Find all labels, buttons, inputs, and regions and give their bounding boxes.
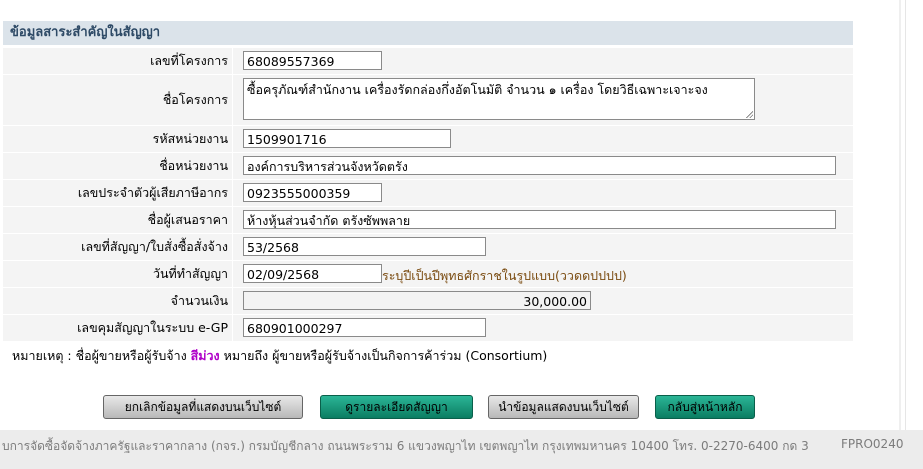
- agency-name-field[interactable]: องค์การบริหารส่วนจังหวัดตรัง: [243, 156, 836, 175]
- cancel-display-button[interactable]: ยกเลิกข้อมูลที่แสดงบนเว็บไซต์: [103, 395, 303, 419]
- agency-code-field[interactable]: 1509901716: [243, 129, 451, 148]
- row-contract-no: เลขที่สัญญา/ใบสั่งซื้อสั่งจ้าง 53/2568: [3, 234, 853, 261]
- label-tax-id: เลขประจำตัวผู้เสียภาษีอากร: [77, 185, 228, 200]
- row-bidder: ชื่อผู้เสนอราคา ห้างหุ้นส่วนจำกัด ตรังซั…: [3, 207, 853, 234]
- project-name-textarea[interactable]: ซื้อครุภัณฑ์สำนักงาน เครื่องรัดกล่องกึ่ง…: [243, 78, 755, 120]
- publish-button[interactable]: นำข้อมูลแสดงบนเว็บไซต์: [488, 395, 639, 419]
- bidder-field[interactable]: ห้างหุ้นส่วนจำกัด ตรังซัพพลาย: [243, 210, 836, 229]
- footer-address: บการจัดซื้อจัดจ้างภาครัฐและราคากลาง (กจร…: [2, 439, 809, 453]
- label-contract-no: เลขที่สัญญา/ใบสั่งซื้อสั่งจ้าง: [81, 239, 228, 254]
- back-home-button[interactable]: กลับสู่หน้าหลัก: [655, 395, 755, 419]
- footer: บการจัดซื้อจัดจ้างภาครัฐและราคากลาง (กจร…: [0, 430, 923, 469]
- row-contract-date: วันที่ทำสัญญา 02/09/2568 ระบุปีเป็นปีพุท…: [3, 261, 853, 288]
- contract-detail-button[interactable]: ดูรายละเอียดสัญญา: [320, 395, 473, 419]
- row-project-no: เลขที่โครงการ 68089557369: [3, 48, 853, 75]
- label-egp-no: เลขคุมสัญญาในระบบ e-GP: [77, 320, 228, 335]
- amount-field[interactable]: 30,000.00: [243, 291, 591, 310]
- label-contract-date: วันที่ทำสัญญา: [152, 266, 228, 281]
- label-project-no: เลขที่โครงการ: [150, 53, 228, 68]
- egp-no-field[interactable]: 680901000297: [243, 318, 486, 337]
- resize-handle-icon[interactable]: [745, 110, 753, 118]
- row-egp-no: เลขคุมสัญญาในระบบ e-GP 680901000297: [3, 315, 853, 342]
- contract-summary-panel: ข้อมูลสาระสำคัญในสัญญา: [3, 21, 853, 45]
- row-tax-id: เลขประจำตัวผู้เสียภาษีอากร 0923555000359: [3, 180, 853, 207]
- label-bidder: ชื่อผู้เสนอราคา: [147, 212, 228, 227]
- row-agency-name: ชื่อหน่วยงาน องค์การบริหารส่วนจังหวัดตรั…: [3, 153, 853, 180]
- label-agency-name: ชื่อหน่วยงาน: [159, 158, 228, 173]
- contract-date-field[interactable]: 02/09/2568: [243, 264, 382, 283]
- scrollbar[interactable]: [905, 0, 923, 430]
- tax-id-field[interactable]: 0923555000359: [243, 183, 382, 202]
- project-no-field[interactable]: 68089557369: [243, 51, 382, 70]
- note-prefix: หมายเหตุ : ชื่อผู้ขายหรือผู้รับจ้าง: [12, 348, 191, 363]
- label-agency-code: รหัสหน่วยงาน: [152, 131, 228, 146]
- panel-title: ข้อมูลสาระสำคัญในสัญญา: [3, 21, 853, 45]
- page-edge-line: [899, 0, 901, 430]
- label-amount: จำนวนเงิน: [170, 293, 228, 308]
- note-suffix: หมายถึง ผู้ขายหรือผู้รับจ้างเป็นกิจการค้…: [219, 348, 548, 363]
- row-project-name: ชื่อโครงการ ซื้อครุภัณฑ์สำนักงาน เครื่อง…: [3, 75, 853, 126]
- contract-no-field[interactable]: 53/2568: [243, 237, 486, 256]
- label-project-name: ชื่อโครงการ: [162, 92, 228, 107]
- page-code: FPRO0240: [841, 437, 904, 451]
- row-agency-code: รหัสหน่วยงาน 1509901716: [3, 126, 853, 153]
- consortium-note: หมายเหตุ : ชื่อผู้ขายหรือผู้รับจ้าง สีม่…: [12, 346, 547, 366]
- project-name-text: ซื้อครุภัณฑ์สำนักงาน เครื่องรัดกล่องกึ่ง…: [247, 82, 708, 97]
- row-amount: จำนวนเงิน 30,000.00: [3, 288, 853, 315]
- date-format-hint: ระบุปีเป็นปีพุทธศักราชในรูปแบบ(ววดดปปปป): [382, 268, 627, 283]
- note-highlight: สีม่วง: [190, 348, 220, 363]
